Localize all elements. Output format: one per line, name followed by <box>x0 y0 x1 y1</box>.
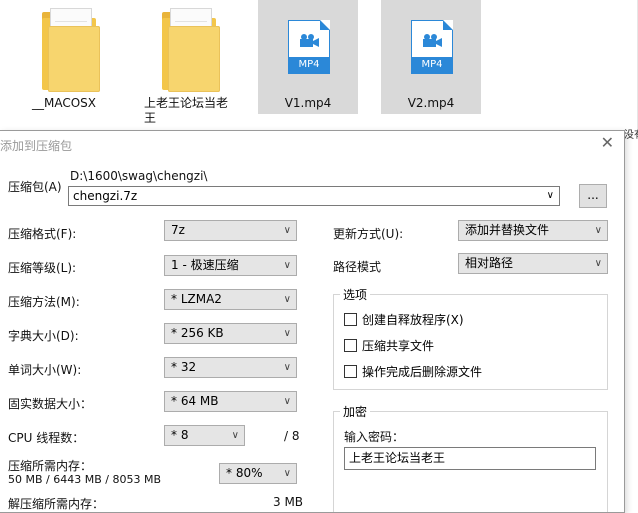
path-mode-value: 相对路径 <box>465 256 514 270</box>
folder-laowang[interactable]: 上老王论坛当老王 <box>134 0 234 125</box>
browse-button[interactable]: ... <box>579 184 607 208</box>
dict-value: * 256 KB <box>171 326 224 340</box>
edge-text: 没有 <box>624 130 638 141</box>
cpu-total: / 8 <box>284 429 300 443</box>
video-file-icon: MP4 <box>411 20 453 74</box>
option-sfx[interactable]: 创建自释放程序(X) <box>344 311 464 328</box>
dialog-title: 添加到压缩包 <box>0 139 73 153</box>
checkbox-icon <box>344 339 357 352</box>
archive-label: 压缩包(A) <box>8 180 62 194</box>
chevron-down-icon: ∨ <box>283 362 291 373</box>
file-v1-mp4[interactable]: MP4 V1.mp4 <box>258 0 358 114</box>
checkbox-icon <box>344 313 357 326</box>
solid-label: 固实数据大小： <box>8 397 93 411</box>
folder-icon <box>162 8 220 92</box>
cpu-select[interactable]: * 8 ∨ <box>164 425 245 446</box>
mem-percent-value: * 80% <box>226 466 263 480</box>
chevron-down-icon: ∨ <box>546 190 554 201</box>
file-label: V1.mp4 <box>284 96 332 110</box>
mp4-badge: MP4 <box>412 57 452 73</box>
path-mode-select[interactable]: 相对路径 ∨ <box>458 253 608 274</box>
word-select[interactable]: * 32 ∨ <box>164 357 297 378</box>
level-select[interactable]: 1 - 极速压缩 ∨ <box>164 255 297 276</box>
solid-value: * 64 MB <box>171 394 219 408</box>
archive-name-combo[interactable]: chengzi.7z ∨ <box>68 186 560 206</box>
file-v2-mp4[interactable]: MP4 V2.mp4 <box>381 0 481 114</box>
desktop-empty-area <box>486 0 638 130</box>
chevron-down-icon: ∨ <box>231 430 239 441</box>
desktop: __MACOSX 上老王论坛当老王 MP4 V1.mp4 MP4 V2.mp4 <box>0 0 638 130</box>
chevron-down-icon: ∨ <box>283 396 291 407</box>
solid-select[interactable]: * 64 MB ∨ <box>164 391 297 412</box>
method-label: 压缩方法(M): <box>8 295 80 309</box>
chevron-down-icon: ∨ <box>594 225 602 236</box>
word-label: 单词大小(W): <box>8 363 82 377</box>
option-delete-source[interactable]: 操作完成后删除源文件 <box>344 363 482 380</box>
word-value: * 32 <box>171 360 197 374</box>
dict-label: 字典大小(D): <box>8 329 79 343</box>
file-label: V2.mp4 <box>407 96 455 110</box>
update-value: 添加并替换文件 <box>465 223 550 237</box>
cpu-label: CPU 线程数： <box>8 431 85 445</box>
options-title: 选项 <box>340 286 371 303</box>
archive-path: D:\1600\swag\chengzi\ <box>70 169 208 183</box>
option-label: 操作完成后删除源文件 <box>362 365 483 379</box>
update-label: 更新方式(U): <box>333 227 404 241</box>
checkbox-icon <box>344 365 357 378</box>
mem-decomp-label: 解压缩所需内存： <box>8 497 105 511</box>
mp4-badge: MP4 <box>289 57 329 73</box>
file-label: __MACOSX <box>31 96 96 110</box>
password-input[interactable]: 上老王论坛当老王 <box>344 447 596 470</box>
camera-icon <box>300 34 319 47</box>
password-value: 上老王论坛当老王 <box>349 451 446 465</box>
close-icon[interactable]: ✕ <box>601 135 614 151</box>
option-shared[interactable]: 压缩共享文件 <box>344 337 434 354</box>
encryption-group: 加密 输入密码： 上老王论坛当老王 <box>333 403 608 512</box>
encryption-title: 加密 <box>340 403 371 420</box>
mem-decomp-value: 3 MB <box>273 495 304 509</box>
option-label: 创建自释放程序(X) <box>362 313 464 327</box>
path-mode-label: 路径模式 <box>333 260 382 274</box>
folder-icon <box>42 8 100 92</box>
password-label: 输入密码： <box>344 430 405 444</box>
level-label: 压缩等级(L): <box>8 261 77 275</box>
cpu-value: * 8 <box>171 428 189 442</box>
chevron-down-icon: ∨ <box>283 468 291 479</box>
format-label: 压缩格式(F): <box>8 227 77 241</box>
format-value: 7z <box>171 223 185 237</box>
add-to-archive-dialog: 添加到压缩包 ✕ 压缩包(A) D:\1600\swag\chengzi\ ch… <box>0 130 625 513</box>
method-value: * LZMA2 <box>171 292 222 306</box>
chevron-down-icon: ∨ <box>283 260 291 271</box>
archive-name-value: chengzi.7z <box>73 189 138 203</box>
chevron-down-icon: ∨ <box>594 258 602 269</box>
mem-comp-label: 压缩所需内存： <box>8 459 93 473</box>
video-file-icon: MP4 <box>288 20 330 74</box>
chevron-down-icon: ∨ <box>283 328 291 339</box>
file-label: 上老王论坛当老王 <box>144 96 229 125</box>
level-value: 1 - 极速压缩 <box>171 258 239 272</box>
method-select[interactable]: * LZMA2 ∨ <box>164 289 297 310</box>
chevron-down-icon: ∨ <box>283 294 291 305</box>
update-select[interactable]: 添加并替换文件 ∨ <box>458 220 608 241</box>
titlebar: 添加到压缩包 ✕ <box>0 131 624 157</box>
mem-comp-value: 50 MB / 6443 MB / 8053 MB <box>8 473 161 486</box>
option-label: 压缩共享文件 <box>362 339 435 353</box>
chevron-down-icon: ∨ <box>283 225 291 236</box>
options-group: 选项 创建自释放程序(X) 压缩共享文件 操作完成后删除源文件 <box>333 286 608 390</box>
folder-macosx[interactable]: __MACOSX <box>14 0 114 114</box>
dict-select[interactable]: * 256 KB ∨ <box>164 323 297 344</box>
camera-icon <box>423 34 442 47</box>
format-select[interactable]: 7z ∨ <box>164 220 297 241</box>
mem-percent-select[interactable]: * 80% ∨ <box>219 463 297 484</box>
